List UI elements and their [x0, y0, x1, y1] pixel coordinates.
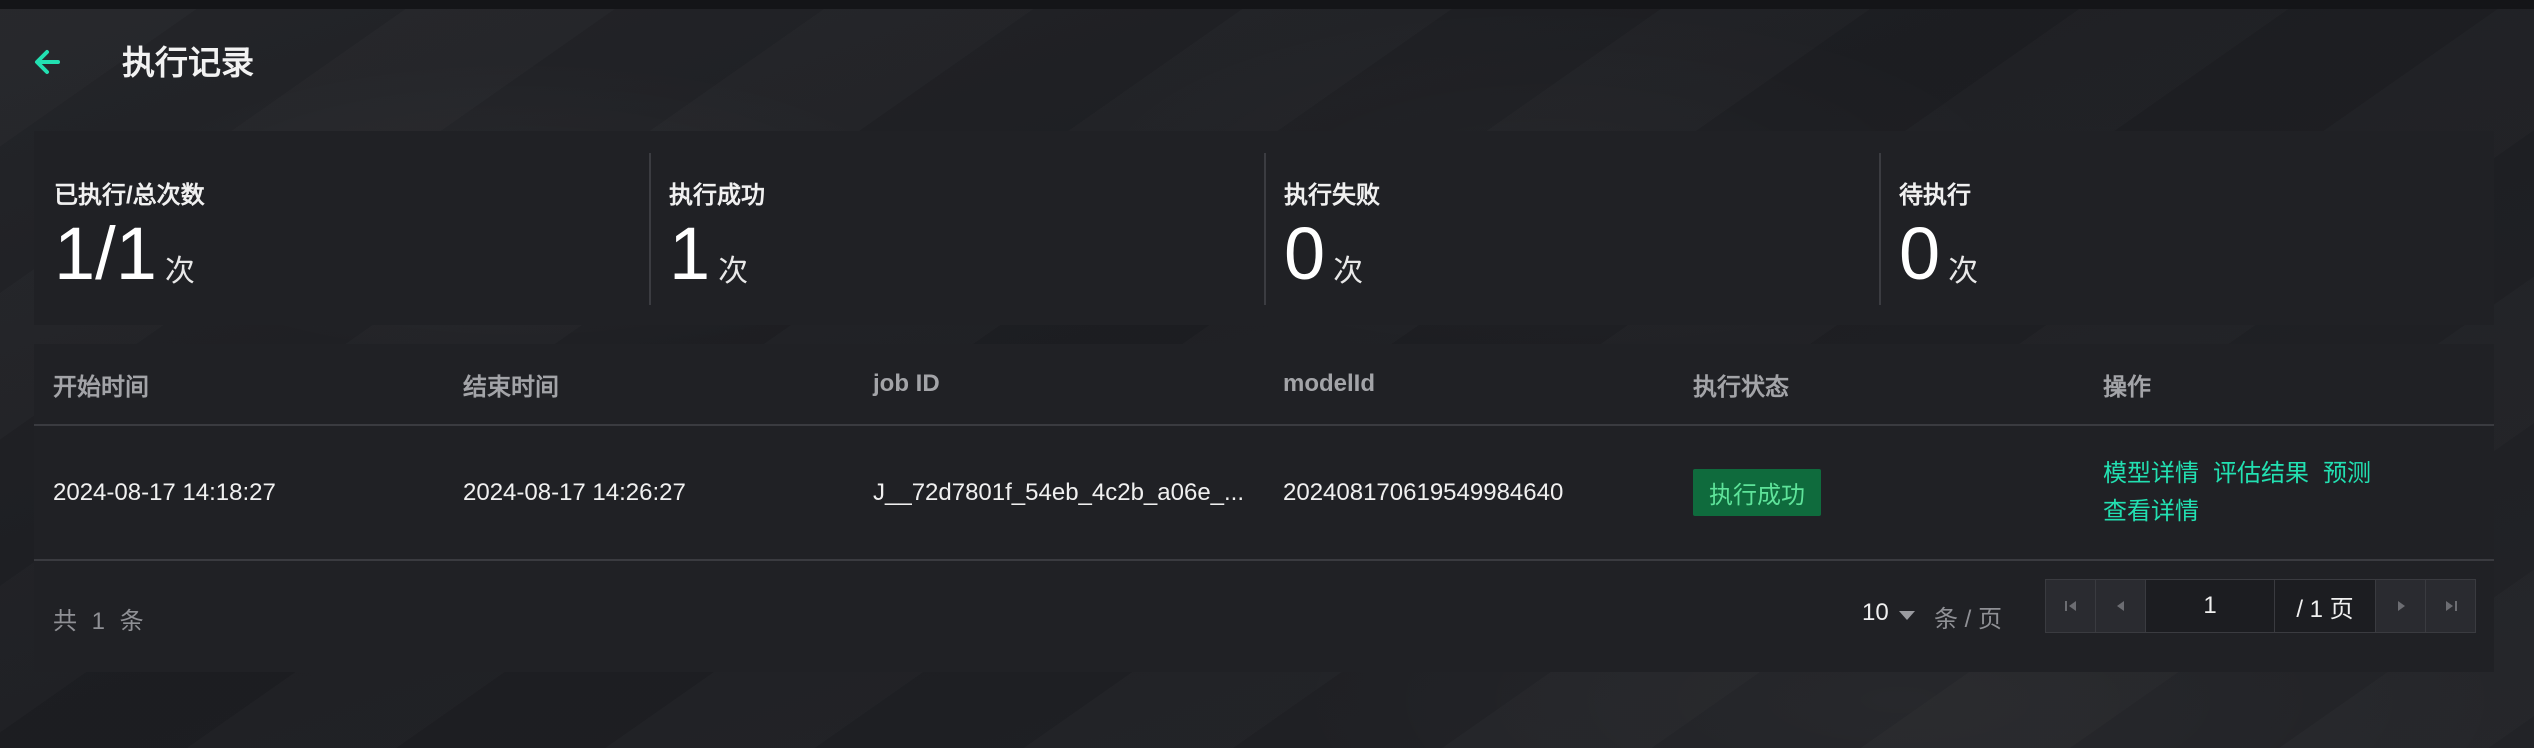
predict-link[interactable]: 预测: [2323, 460, 2371, 487]
page-header: 执行记录: [0, 9, 2534, 112]
chevron-down-icon: [1898, 610, 1915, 620]
column-header-model-id: modelId: [1283, 370, 1376, 397]
page-size-value: 10: [1862, 599, 1889, 626]
cell-end-time: 2024-08-17 14:26:27: [463, 478, 686, 506]
column-header-status: 执行状态: [1693, 373, 1789, 401]
stat-executed-total: 已执行/总次数 1/1 次: [34, 131, 649, 325]
page-size-select[interactable]: 10: [1862, 599, 1915, 627]
total-pages: / 1 页: [2275, 580, 2376, 632]
stat-success: 执行成功 1 次: [649, 131, 1264, 325]
cell-status: 执行成功: [1674, 469, 2084, 516]
table-header: 开始时间 结束时间 job ID modelId 执行状态 操作: [34, 344, 2494, 426]
pagination-bar: 共 1 条 10 条 / 页 / 1 页: [34, 559, 2494, 672]
evaluation-results-link[interactable]: 评估结果: [2213, 460, 2309, 487]
first-page-icon[interactable]: [2046, 580, 2096, 632]
last-page-icon[interactable]: [2426, 580, 2475, 632]
column-header-actions: 操作: [2103, 373, 2151, 401]
total-count: 共 1 条: [53, 608, 148, 635]
cell-start-time: 2024-08-17 14:18:27: [53, 478, 276, 506]
stat-label: 已执行/总次数: [54, 182, 205, 209]
column-header-end-time: 结束时间: [463, 373, 559, 401]
table-row: 2024-08-17 14:18:27 2024-08-17 14:26:27 …: [34, 426, 2494, 561]
stat-value: 1/1: [54, 212, 157, 295]
per-page-label: 条 / 页: [1934, 606, 2003, 633]
stat-unit: 次: [164, 255, 195, 288]
column-header-start-time: 开始时间: [53, 373, 149, 401]
stat-value: 0: [1899, 212, 1941, 295]
stat-unit: 次: [1333, 255, 1364, 288]
model-details-link[interactable]: 模型详情: [2103, 460, 2199, 487]
stat-failed: 执行失败 0 次: [1264, 131, 1879, 325]
stat-value: 0: [1284, 212, 1326, 295]
cell-actions: 模型详情 评估结果 预测 查看详情: [2084, 455, 2494, 531]
stat-unit: 次: [1948, 255, 1979, 288]
page-title: 执行记录: [122, 44, 254, 81]
cell-model-id: 20240817061954998464​0: [1283, 478, 1564, 506]
top-bar: [0, 0, 2534, 9]
stat-value: 1: [669, 212, 711, 295]
next-page-icon[interactable]: [2376, 580, 2426, 632]
pager: / 1 页: [2045, 579, 2476, 633]
stat-label: 待执行: [1899, 182, 1971, 209]
records-table: 开始时间 结束时间 job ID modelId 执行状态 操作 2024-08…: [34, 344, 2494, 672]
status-badge: 执行成功: [1693, 469, 1821, 516]
prev-page-icon[interactable]: [2096, 580, 2146, 632]
stat-label: 执行成功: [669, 182, 765, 209]
stat-pending: 待执行 0 次: [1879, 131, 2494, 325]
cell-job-id: J__72d7801f_54eb_4c2b_a06e_...: [873, 478, 1245, 506]
page-number-input[interactable]: [2146, 580, 2275, 632]
view-details-link[interactable]: 查看详情: [2103, 498, 2199, 525]
column-header-job-id: job ID: [873, 370, 940, 397]
stat-label: 执行失败: [1284, 182, 1380, 209]
stat-unit: 次: [718, 255, 749, 288]
back-arrow-icon[interactable]: [28, 42, 68, 82]
stats-panel: 已执行/总次数 1/1 次 执行成功 1 次 执行失败 0 次 待执行 0 次: [34, 131, 2494, 325]
